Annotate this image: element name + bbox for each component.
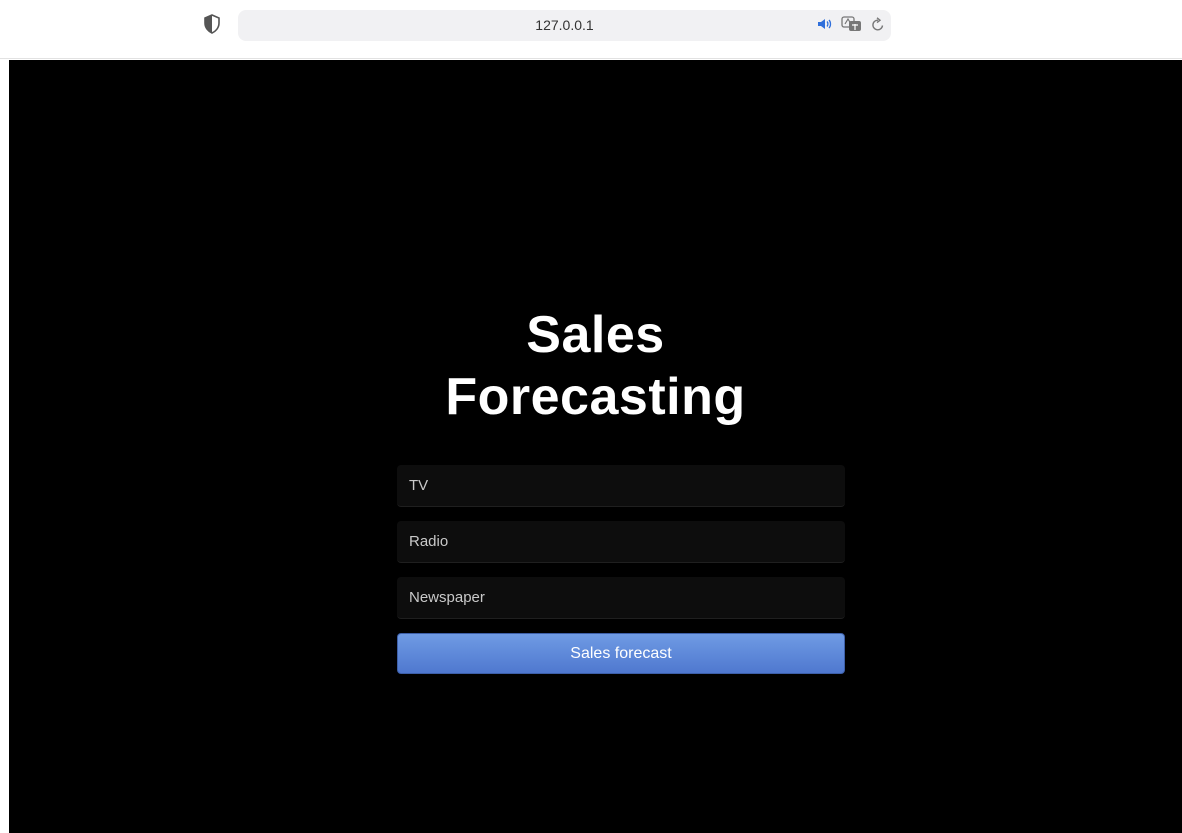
page-viewport: Sales Forecasting Sales forecast	[9, 60, 1182, 833]
translate-icon[interactable]	[841, 16, 863, 32]
newspaper-input[interactable]	[397, 577, 845, 619]
page-title: Sales Forecasting	[9, 304, 1182, 428]
shield-icon[interactable]	[203, 14, 221, 34]
tv-input[interactable]	[397, 465, 845, 507]
page-title-line-1: Sales	[526, 306, 665, 364]
url-text: 127.0.0.1	[535, 17, 594, 33]
address-bar[interactable]: 127.0.0.1	[238, 10, 891, 41]
radio-input[interactable]	[397, 521, 845, 563]
speaker-icon[interactable]	[817, 17, 833, 31]
page-title-line-2: Forecasting	[445, 368, 746, 426]
sales-forecast-button[interactable]: Sales forecast	[397, 633, 845, 674]
browser-toolbar: 127.0.0.1	[0, 0, 1182, 59]
reload-icon[interactable]	[871, 16, 885, 32]
